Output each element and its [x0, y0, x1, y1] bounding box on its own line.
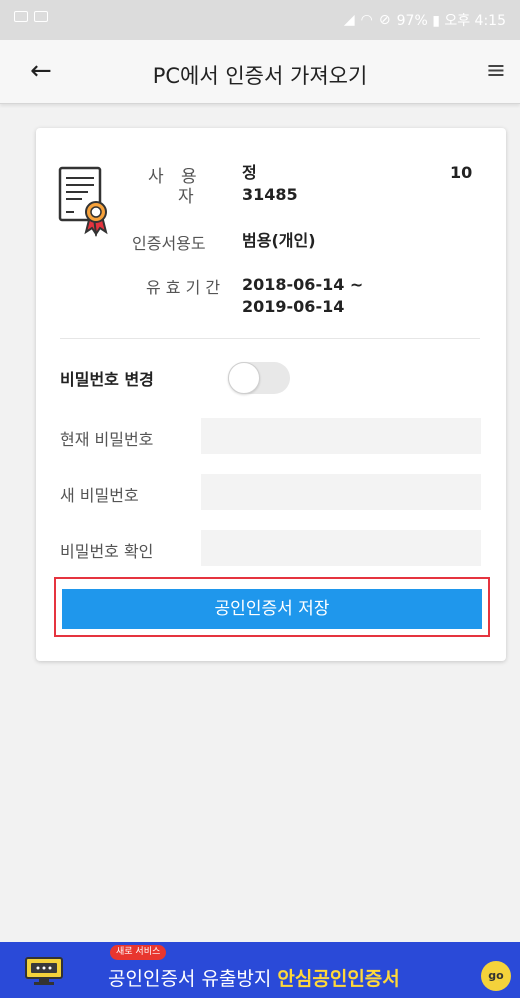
validity-start: 2018-06-14 ~ — [242, 275, 364, 294]
user-suffix: 10 — [450, 163, 473, 182]
gallery-notification-icon — [14, 11, 28, 22]
status-text: 97% ▮ 오후 4:15 — [396, 13, 506, 29]
wifi-icon: ◠ — [360, 12, 373, 28]
password-change-label: 비밀번호 변경 — [60, 370, 154, 389]
confirm-password-input[interactable] — [201, 530, 481, 566]
certificate-icon — [58, 166, 108, 237]
banner-text-highlight: 안심공인인증서 — [277, 968, 400, 990]
certificate-card: 사 용 자 정 10 31485 인증서용도 범용(개인) 유 효 기 간 20… — [36, 128, 506, 661]
app-bar: ← PC에서 인증서 가져오기 ≡ — [0, 40, 520, 104]
divider — [60, 338, 480, 339]
monitor-icon — [25, 957, 63, 985]
purpose-value: 범용(개인) — [242, 231, 316, 250]
signal-icon: ◢ — [343, 12, 355, 28]
current-password-input[interactable] — [201, 418, 481, 454]
status-left-icons — [14, 11, 48, 22]
banner-text-plain: 공인인증서 유출방지 — [108, 968, 278, 990]
validity-label: 유 효 기 간 — [146, 278, 221, 297]
confirm-password-label: 비밀번호 확인 — [60, 542, 154, 561]
toggle-knob — [228, 362, 260, 394]
go-button[interactable]: go — [481, 961, 511, 991]
user-name: 정 — [242, 163, 257, 182]
screenshot-notification-icon — [34, 11, 48, 22]
password-change-toggle[interactable] — [228, 362, 290, 394]
ad-banner[interactable]: 새로 서비스 공인인증서 유출방지 안심공인인증서 go — [0, 942, 520, 998]
page-title: PC에서 인증서 가져오기 — [152, 64, 368, 88]
dnd-icon: ⊘ — [378, 12, 391, 28]
save-certificate-button[interactable]: 공인인증서 저장 — [62, 589, 482, 629]
current-password-label: 현재 비밀번호 — [60, 430, 154, 449]
hamburger-menu-icon[interactable]: ≡ — [486, 57, 506, 83]
user-id: 31485 — [242, 185, 298, 204]
new-password-label: 새 비밀번호 — [60, 486, 139, 505]
status-bar: ◢ ◠ ⊘ 97% ▮ 오후 4:15 — [0, 0, 520, 40]
new-password-input[interactable] — [201, 474, 481, 510]
status-right: ◢ ◠ ⊘ 97% ▮ 오후 4:15 — [344, 10, 506, 30]
new-service-badge: 새로 서비스 — [110, 945, 167, 960]
validity-end: 2019-06-14 — [242, 297, 345, 316]
user-label-top: 사 용 — [148, 167, 203, 187]
banner-text: 공인인증서 유출방지 안심공인인증서 — [108, 964, 400, 991]
purpose-label: 인증서용도 — [132, 234, 206, 253]
user-label-bottom: 자 — [178, 187, 194, 207]
